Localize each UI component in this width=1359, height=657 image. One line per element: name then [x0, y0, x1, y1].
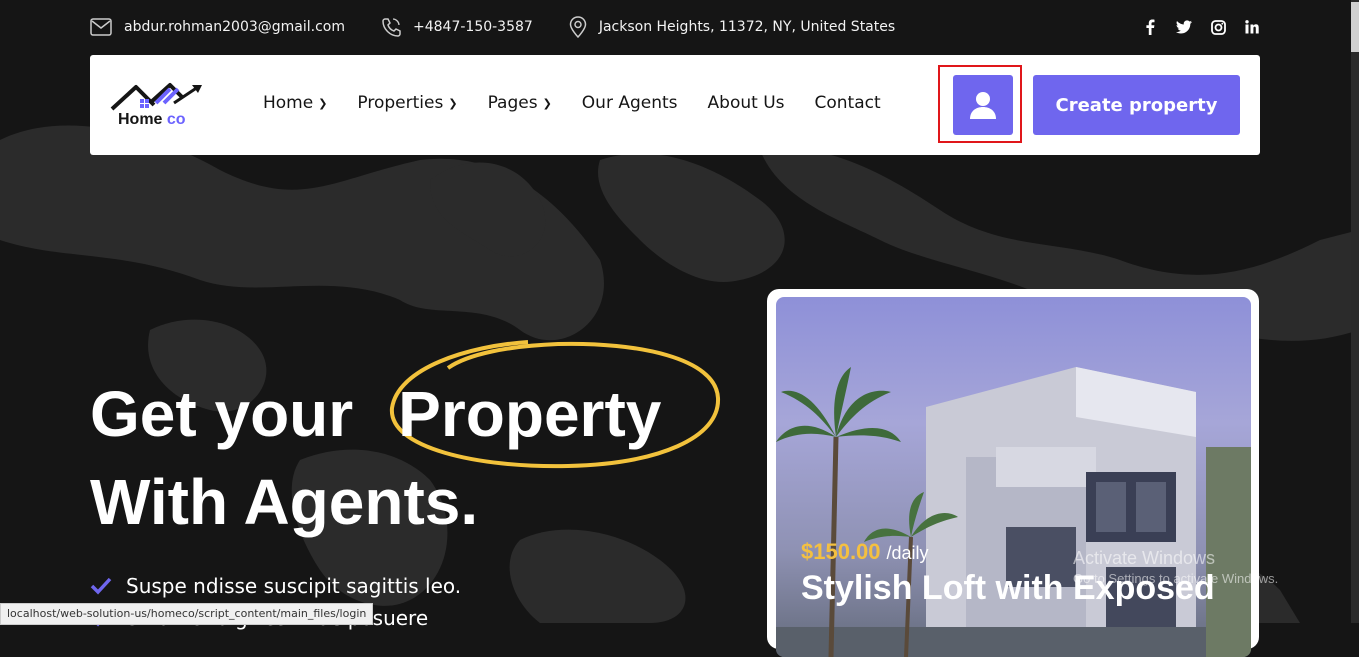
hero-line1-text: Get your: [90, 378, 354, 450]
main-navbar: Home co Home ❯ Properties ❯ Pages ❯ Our Age…: [90, 55, 1260, 155]
nav-item-label: Contact: [814, 93, 881, 113]
hero-heading: Get your Property With Agents.: [90, 370, 661, 546]
logo-text: Home co: [118, 111, 186, 129]
email-info[interactable]: abdur.rohman2003@gmail.com: [90, 18, 345, 36]
user-icon: [970, 92, 996, 119]
activate-windows-watermark: Activate Windows Go to Settings to activ…: [1073, 548, 1278, 586]
property-card[interactable]: $150.00/daily Stylish Loft with Exposed: [767, 289, 1259, 657]
list-item: Suspe ndisse suscipit sagittis leo.: [90, 570, 461, 602]
phone-text: +4847-150-3587: [413, 19, 533, 35]
bullet-text: Suspe ndisse suscipit sagittis leo.: [126, 574, 462, 598]
address-info: Jackson Heights, 11372, NY, United State…: [569, 16, 895, 38]
nav-item-contact[interactable]: Contact: [815, 93, 881, 113]
create-property-button[interactable]: Create property: [1033, 75, 1240, 135]
logo-text-accent: co: [166, 111, 186, 128]
phone-icon: [382, 18, 401, 37]
top-info-bar: abdur.rohman2003@gmail.com +4847-150-358…: [90, 14, 1260, 40]
linkedin-icon[interactable]: [1244, 19, 1260, 35]
nav-item-home[interactable]: Home ❯: [263, 93, 327, 113]
user-account-button[interactable]: [953, 75, 1013, 135]
logo-text-main: Home: [118, 111, 163, 128]
nav-item-label: Home: [263, 93, 314, 113]
chevron-down-icon: ❯: [318, 96, 328, 110]
nav-item-our-agents[interactable]: Our Agents: [582, 93, 678, 113]
instagram-icon[interactable]: [1210, 19, 1226, 35]
chevron-down-icon: ❯: [542, 96, 552, 110]
nav-item-label: Pages: [487, 93, 538, 113]
page-scrollbar[interactable]: [1351, 0, 1359, 623]
envelope-icon: [90, 18, 112, 36]
nav-item-properties[interactable]: Properties ❯: [357, 93, 457, 113]
scrollbar-thumb[interactable]: [1351, 2, 1359, 52]
nav-item-about-us[interactable]: About Us: [708, 93, 785, 113]
price-value: $150.00: [801, 539, 881, 564]
nav-item-label: Properties: [357, 93, 444, 113]
nav-item-pages[interactable]: Pages ❯: [488, 93, 552, 113]
hero-line2-text: With Agents.: [90, 466, 479, 538]
browser-status-url: localhost/web-solution-us/homeco/script_…: [0, 603, 374, 625]
email-text: abdur.rohman2003@gmail.com: [124, 19, 345, 35]
nav-item-label: About Us: [707, 93, 785, 113]
property-price: $150.00/daily: [801, 539, 929, 565]
chevron-down-icon: ❯: [448, 96, 458, 110]
watermark-line2: Go to Settings to activate Windows.: [1073, 571, 1279, 586]
main-menu: Home ❯ Properties ❯ Pages ❯ Our Agents Abou…: [263, 93, 911, 113]
twitter-icon[interactable]: [1176, 19, 1192, 35]
address-text: Jackson Heights, 11372, NY, United State…: [598, 19, 896, 35]
phone-info[interactable]: +4847-150-3587: [381, 17, 533, 37]
facebook-icon[interactable]: [1142, 19, 1158, 35]
watermark-line1: Activate Windows: [1073, 548, 1216, 568]
map-pin-icon: [569, 16, 587, 38]
price-period: /daily: [886, 543, 929, 563]
social-links: [1142, 19, 1260, 35]
check-icon: [90, 577, 112, 595]
hero-highlight-word: Property: [398, 378, 662, 450]
nav-item-label: Our Agents: [581, 93, 678, 113]
